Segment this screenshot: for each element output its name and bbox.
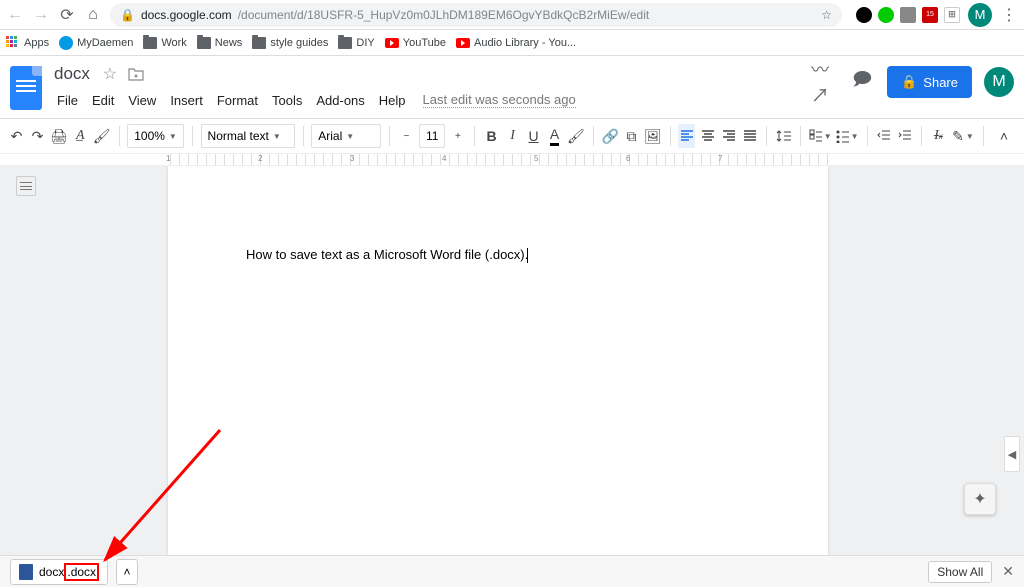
bookmark-news[interactable]: News	[197, 37, 243, 49]
editor-area: How to save text as a Microsoft Word fil…	[0, 166, 1024, 555]
font-size-input[interactable]: 11	[419, 124, 445, 148]
align-right-button[interactable]	[720, 124, 737, 148]
bookmark-style-guides[interactable]: style guides	[252, 37, 328, 49]
indent-button[interactable]	[896, 124, 913, 148]
side-panel-toggle[interactable]: ◀	[1004, 436, 1020, 472]
reload-button[interactable]: ⟳	[58, 6, 76, 24]
chrome-avatar[interactable]: M	[968, 3, 992, 27]
menu-insert[interactable]: Insert	[163, 91, 210, 110]
menu-bar: File Edit View Insert Format Tools Add-o…	[50, 88, 803, 112]
bold-button[interactable]: B	[483, 124, 500, 148]
bookmark-youtube[interactable]: YouTube	[385, 37, 446, 49]
download-filename: docx.docx	[39, 565, 99, 579]
close-downloads-bar[interactable]: ✕	[1002, 563, 1014, 580]
menu-edit[interactable]: Edit	[85, 91, 121, 110]
font-size-inc[interactable]: +	[449, 124, 466, 148]
address-bar[interactable]: 🔒 docs.google.com/document/d/18USFR-5_Hu…	[110, 3, 842, 27]
download-item[interactable]: docx.docx	[10, 559, 108, 585]
insert-image-button[interactable]: 🖼	[644, 124, 662, 148]
text-color-button[interactable]: A	[546, 124, 563, 148]
menu-addons[interactable]: Add-ons	[309, 91, 371, 110]
insert-comment-button[interactable]: ⧉	[623, 124, 640, 148]
zoom-select[interactable]: 100%▼	[127, 124, 184, 148]
ext-icon-4[interactable]: 15	[922, 7, 938, 23]
downloads-bar: docx.docx ˄ Show All ✕	[0, 555, 1024, 587]
bookmark-mydaemen[interactable]: MyDaemen	[59, 36, 133, 50]
bookmark-work[interactable]: Work	[143, 37, 186, 49]
redo-button[interactable]: ↷	[29, 124, 46, 148]
document-text: How to save text as a Microsoft Word fil…	[246, 247, 528, 262]
ext-icon-3[interactable]	[900, 7, 916, 23]
document-title[interactable]: docx	[50, 64, 94, 84]
menu-file[interactable]: File	[50, 91, 85, 110]
horizontal-ruler[interactable]: 1 2 3 4 5 6 7	[0, 154, 1024, 166]
home-button[interactable]: ⌂	[84, 6, 102, 24]
font-size-dec[interactable]: −	[398, 124, 415, 148]
menu-view[interactable]: View	[121, 91, 163, 110]
paint-format-button[interactable]: 🖌	[93, 124, 111, 148]
url-host: docs.google.com	[141, 8, 232, 22]
font-select[interactable]: Arial▼	[311, 124, 381, 148]
underline-button[interactable]: U	[525, 124, 542, 148]
collapse-toolbar-button[interactable]: ˄	[992, 124, 1016, 148]
outline-button[interactable]	[16, 176, 36, 196]
outdent-button[interactable]	[875, 124, 892, 148]
text-cursor	[527, 248, 528, 263]
line-spacing-button[interactable]	[775, 124, 792, 148]
apps-button[interactable]: Apps	[6, 36, 49, 50]
align-center-button[interactable]	[699, 124, 716, 148]
highlight-button[interactable]: 🖌	[567, 124, 585, 148]
show-all-downloads-button[interactable]: Show All	[928, 561, 992, 583]
italic-button[interactable]: I	[504, 124, 521, 148]
menu-help[interactable]: Help	[372, 91, 413, 110]
align-justify-button[interactable]	[741, 124, 758, 148]
share-button[interactable]: 🔒Share	[887, 66, 972, 98]
ext-icon-1[interactable]	[856, 7, 872, 23]
activity-button[interactable]: 〰↗	[811, 69, 837, 95]
url-path: /document/d/18USFR-5_HupVz0m0JLhDM189EM6…	[238, 8, 650, 22]
vertical-ruler[interactable]	[0, 166, 14, 555]
menu-tools[interactable]: Tools	[265, 91, 309, 110]
move-button[interactable]	[126, 64, 146, 84]
align-left-button[interactable]	[678, 124, 695, 148]
docs-logo[interactable]	[10, 66, 42, 110]
undo-button[interactable]: ↶	[8, 124, 25, 148]
download-menu-button[interactable]: ˄	[116, 559, 138, 585]
forward-button[interactable]: →	[32, 6, 50, 24]
checklist-button[interactable]: ▼	[809, 124, 832, 148]
bookmarks-bar: Apps MyDaemen Work News style guides DIY…	[0, 30, 1024, 56]
explore-button[interactable]: ✦	[964, 483, 996, 515]
ext-icon-2[interactable]	[878, 7, 894, 23]
clear-format-button[interactable]: Ix	[930, 124, 947, 148]
back-button[interactable]: ←	[6, 6, 24, 24]
extension-bar: 15 ⊞	[856, 7, 960, 23]
print-button[interactable]: 🖨	[50, 124, 68, 148]
toolbar: ↶ ↷ 🖨 A̲ 🖌 100%▼ Normal text▼ Arial▼ − 1…	[0, 118, 1024, 154]
editing-mode-button[interactable]: ✎▼	[951, 124, 975, 148]
bullet-list-button[interactable]: ▼	[836, 124, 859, 148]
browser-nav-bar: ← → ⟳ ⌂ 🔒 docs.google.com/document/d/18U…	[0, 0, 1024, 30]
docs-header: docx ☆ File Edit View Insert Format Tool…	[0, 56, 1024, 112]
bookmark-diy[interactable]: DIY	[338, 37, 374, 49]
last-edit-info[interactable]: Last edit was seconds ago	[423, 92, 576, 108]
ext-icon-5[interactable]: ⊞	[944, 7, 960, 23]
word-file-icon	[19, 564, 33, 580]
document-page[interactable]: How to save text as a Microsoft Word fil…	[168, 166, 828, 555]
user-avatar[interactable]: M	[984, 67, 1014, 97]
bookmark-audio-library[interactable]: Audio Library - You...	[456, 37, 576, 49]
star-button[interactable]: ☆	[100, 64, 120, 84]
paragraph-style-select[interactable]: Normal text▼	[201, 124, 295, 148]
menu-format[interactable]: Format	[210, 91, 265, 110]
spellcheck-button[interactable]: A̲	[72, 124, 89, 148]
insert-link-button[interactable]: 🔗	[602, 124, 619, 148]
comments-button[interactable]: 🗩	[849, 69, 875, 95]
chrome-menu[interactable]: ⋮	[1000, 6, 1018, 24]
